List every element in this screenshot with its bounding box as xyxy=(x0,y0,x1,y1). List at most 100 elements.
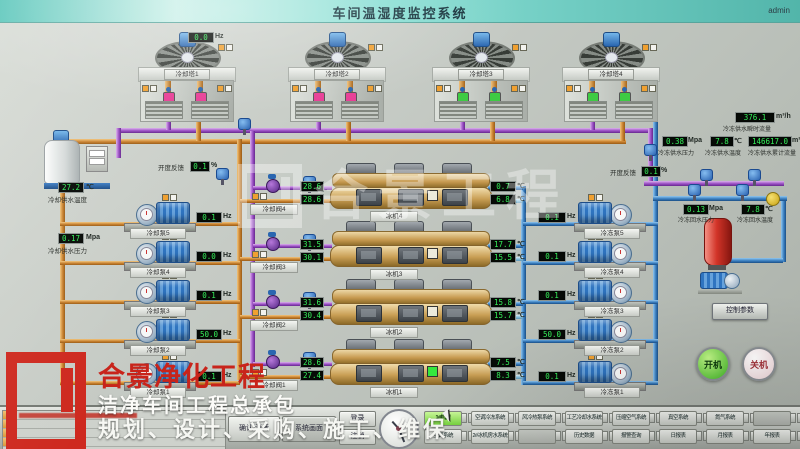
chiller-cw-out-display: 30.4 xyxy=(300,310,324,321)
pressure-gauge-icon xyxy=(614,367,627,380)
chiller-label: 冰机2 xyxy=(370,327,418,338)
pump-head xyxy=(610,321,632,343)
sensor-transmitter-icon[interactable] xyxy=(748,169,761,181)
pump-motor xyxy=(578,361,612,383)
pump-head xyxy=(136,321,158,343)
tower-body xyxy=(140,80,234,122)
sensor-transmitter-icon[interactable] xyxy=(216,168,229,180)
makeup-pump[interactable] xyxy=(698,270,744,294)
dosing-tank-unit[interactable] xyxy=(44,130,116,188)
cooling-tower-3[interactable]: 冷却塔3 xyxy=(432,40,528,120)
cooling-pump-3[interactable] xyxy=(128,279,190,305)
nav-monthly-report[interactable]: 月报表 xyxy=(706,429,744,444)
power-off-button[interactable]: 关机 xyxy=(742,347,776,381)
tower-label: 冷却塔3 xyxy=(458,69,504,80)
celsius-unit: ℃ xyxy=(734,137,742,145)
auto-manual-indicator xyxy=(218,44,233,51)
tank-control-box xyxy=(86,146,108,172)
pump-motor xyxy=(156,280,190,302)
nav-air-heat-pump-system[interactable]: 风冷热泵系统 xyxy=(518,411,556,426)
chiller-2[interactable] xyxy=(330,288,490,324)
nav-ac-chilled-system[interactable]: 空调冷冻系统 xyxy=(471,411,509,426)
cooling-supply-temp-display: 27.2 xyxy=(58,182,84,193)
pump-motor xyxy=(156,319,190,341)
sensor-transmitter-icon[interactable] xyxy=(700,169,713,181)
chiller-4[interactable] xyxy=(330,172,490,208)
pump-label: 冷却泵4 xyxy=(130,267,186,278)
chilled-pump-5[interactable] xyxy=(578,201,640,227)
status-indicator-running xyxy=(427,366,438,377)
louver-grille xyxy=(191,101,229,119)
chilled-return-pressure-label: 冷冻回水压力 xyxy=(678,215,714,224)
cooling-pump-2[interactable] xyxy=(128,318,190,344)
tower-body xyxy=(290,80,384,122)
auto-manual-indicator xyxy=(566,85,581,92)
cooling-pump-5[interactable] xyxy=(128,201,190,227)
chilled-pump-2[interactable] xyxy=(578,318,640,344)
pipe xyxy=(781,196,786,262)
cooling-tower-1[interactable]: 冷却塔1 xyxy=(138,40,234,120)
cooling-valve-icon[interactable] xyxy=(266,355,280,369)
nav-process-cooling-system[interactable]: 工艺冷却水系统 xyxy=(565,411,603,426)
cooling-pump-4[interactable] xyxy=(128,240,190,266)
percent-unit: % xyxy=(211,162,217,169)
fan-motor-icon xyxy=(329,32,346,47)
nav-compressed-air-system[interactable]: 压缩空气系统 xyxy=(612,411,650,426)
cooling-supply-pressure-display: 0.17 xyxy=(58,233,84,244)
fan-motor-icon xyxy=(473,32,490,47)
power-on-button[interactable]: 开机 xyxy=(696,347,730,381)
nav-daily-report[interactable]: 日报表 xyxy=(659,429,697,444)
auto-manual-indicator xyxy=(142,85,157,92)
cooling-tower-4[interactable]: 冷却塔4 xyxy=(562,40,658,120)
condenser-shell xyxy=(332,349,490,364)
hz-unit: Hz xyxy=(223,252,232,259)
cooling-valve-label: 冷却阀3 xyxy=(250,262,298,273)
cooling-tower-2[interactable]: 冷却塔2 xyxy=(288,40,384,120)
pump-hz-display: 0.0 xyxy=(196,251,222,262)
control-params-button[interactable]: 控制参数 xyxy=(712,303,768,320)
auto-manual-indicator xyxy=(252,309,267,316)
company-tagline-2: 规划、设计、采购、施工、维保 xyxy=(98,412,448,444)
chiller-chw-in-display: 15.5 xyxy=(490,252,516,263)
pump-hz-display: 50.0 xyxy=(196,329,222,340)
nav-yearly-report[interactable]: 年报表 xyxy=(753,429,791,444)
celsius-unit: ℃ xyxy=(517,371,525,379)
pump-motor xyxy=(578,241,612,263)
auto-manual-indicator xyxy=(162,194,177,201)
chiller-cw-in-display: 28.6 xyxy=(300,357,324,368)
chiller-cw-out-display: 28.6 xyxy=(300,194,324,205)
nav-history-data[interactable]: 历史数据 xyxy=(565,429,603,444)
cooling-valve-icon[interactable] xyxy=(266,179,280,193)
pump-hz-display: 0.1 xyxy=(196,212,222,223)
control-panel-icon xyxy=(442,189,468,206)
pressure-gauge-icon xyxy=(140,247,153,260)
nav-nitrogen-system[interactable]: 氮气系统 xyxy=(706,411,744,426)
chilled-pump-4[interactable] xyxy=(578,240,640,266)
valve-feedback-display: 0.1 xyxy=(190,161,210,172)
chiller-3[interactable] xyxy=(330,230,490,266)
celsius-unit: ℃ xyxy=(517,311,525,319)
chilled-pump-3[interactable] xyxy=(578,279,640,305)
sensor-transmitter-icon[interactable] xyxy=(238,118,251,130)
tower-label: 冷却塔2 xyxy=(314,69,360,80)
chilled-pump-1[interactable] xyxy=(578,360,640,386)
sensor-transmitter-icon[interactable] xyxy=(736,184,749,196)
manual-valve-icon[interactable] xyxy=(766,192,780,206)
status-indicator xyxy=(427,190,438,201)
cooling-valve-icon[interactable] xyxy=(266,295,280,309)
control-panel-icon xyxy=(356,365,382,382)
nav-alarm-query[interactable]: 报警查询 xyxy=(612,429,650,444)
nav-vacuum-system[interactable]: 真空系统 xyxy=(659,411,697,426)
mpa-unit: Mpa xyxy=(86,234,100,241)
pressure-gauge-icon xyxy=(140,208,153,221)
auto-manual-indicator xyxy=(367,85,382,92)
nav-machine-room-2[interactable]: 2#冰机房水系统 xyxy=(471,429,509,444)
control-panel-icon xyxy=(398,305,424,322)
cooling-valve-icon[interactable] xyxy=(266,237,280,251)
sensor-transmitter-icon[interactable] xyxy=(644,144,657,156)
hz-unit: Hz xyxy=(223,330,232,337)
chiller-1[interactable] xyxy=(330,348,490,384)
chiller-chw-out-display: 15.8 xyxy=(490,297,516,308)
sensor-transmitter-icon[interactable] xyxy=(688,184,701,196)
hz-unit: Hz xyxy=(223,291,232,298)
